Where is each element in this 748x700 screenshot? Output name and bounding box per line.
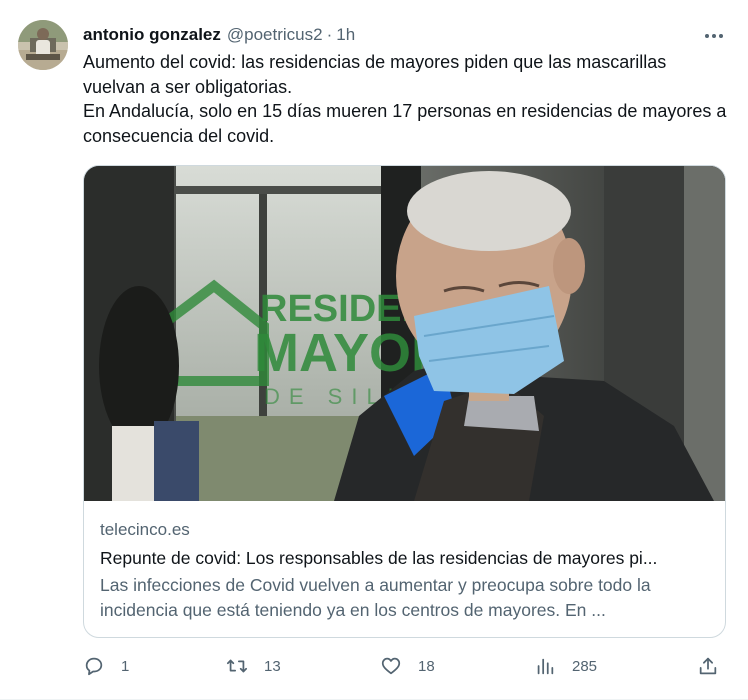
avatar-image [18,20,68,70]
card-description: Las infecciones de Covid vuelven a aumen… [100,575,651,620]
tweet-actions: 1 13 18 285 [83,652,728,680]
tweet-text-paragraph: En Andalucía, solo en 15 días mueren 17 … [83,101,727,146]
share-button[interactable] [697,652,719,680]
author-handle[interactable]: @poetricus2 [227,25,323,45]
tweet[interactable]: antonio gonzalez @poetricus2 · 1h Aument… [0,0,748,700]
retweet-count: 13 [264,657,281,675]
tweet-timestamp[interactable]: 1h [336,25,355,45]
tweet-text-paragraph: Aumento del covid: las residencias de ma… [83,52,667,97]
card-title: Repunte de covid: Los responsables de la… [100,548,658,568]
views-button[interactable]: 285 [534,652,597,680]
retweet-icon [226,659,248,673]
avatar[interactable] [18,20,68,70]
share-icon [699,657,717,675]
reply-count: 1 [121,657,130,675]
more-dots-icon[interactable] [700,24,728,48]
like-count: 18 [418,657,435,675]
reply-icon [85,657,103,676]
link-preview-card[interactable]: RESIDENCIA MAYOR DE SILL telecinco.es Re… [83,165,726,638]
separator-dot: · [326,25,333,44]
retweet-button[interactable]: 13 [226,652,281,680]
card-photo: RESIDENCIA MAYOR DE SILL [84,166,725,501]
card-image: RESIDENCIA MAYOR DE SILL [84,166,725,501]
views-count: 285 [572,657,598,675]
author-name[interactable]: antonio gonzalez [83,25,221,45]
heart-icon [381,657,401,675]
like-button[interactable]: 18 [380,652,435,680]
tweet-header: antonio gonzalez @poetricus2 · 1h [83,22,355,48]
tweet-text: Aumento del covid: las residencias de ma… [83,50,728,148]
views-chart-icon [537,658,554,675]
card-domain: telecinco.es [100,520,190,539]
reply-button[interactable]: 1 [83,652,129,680]
